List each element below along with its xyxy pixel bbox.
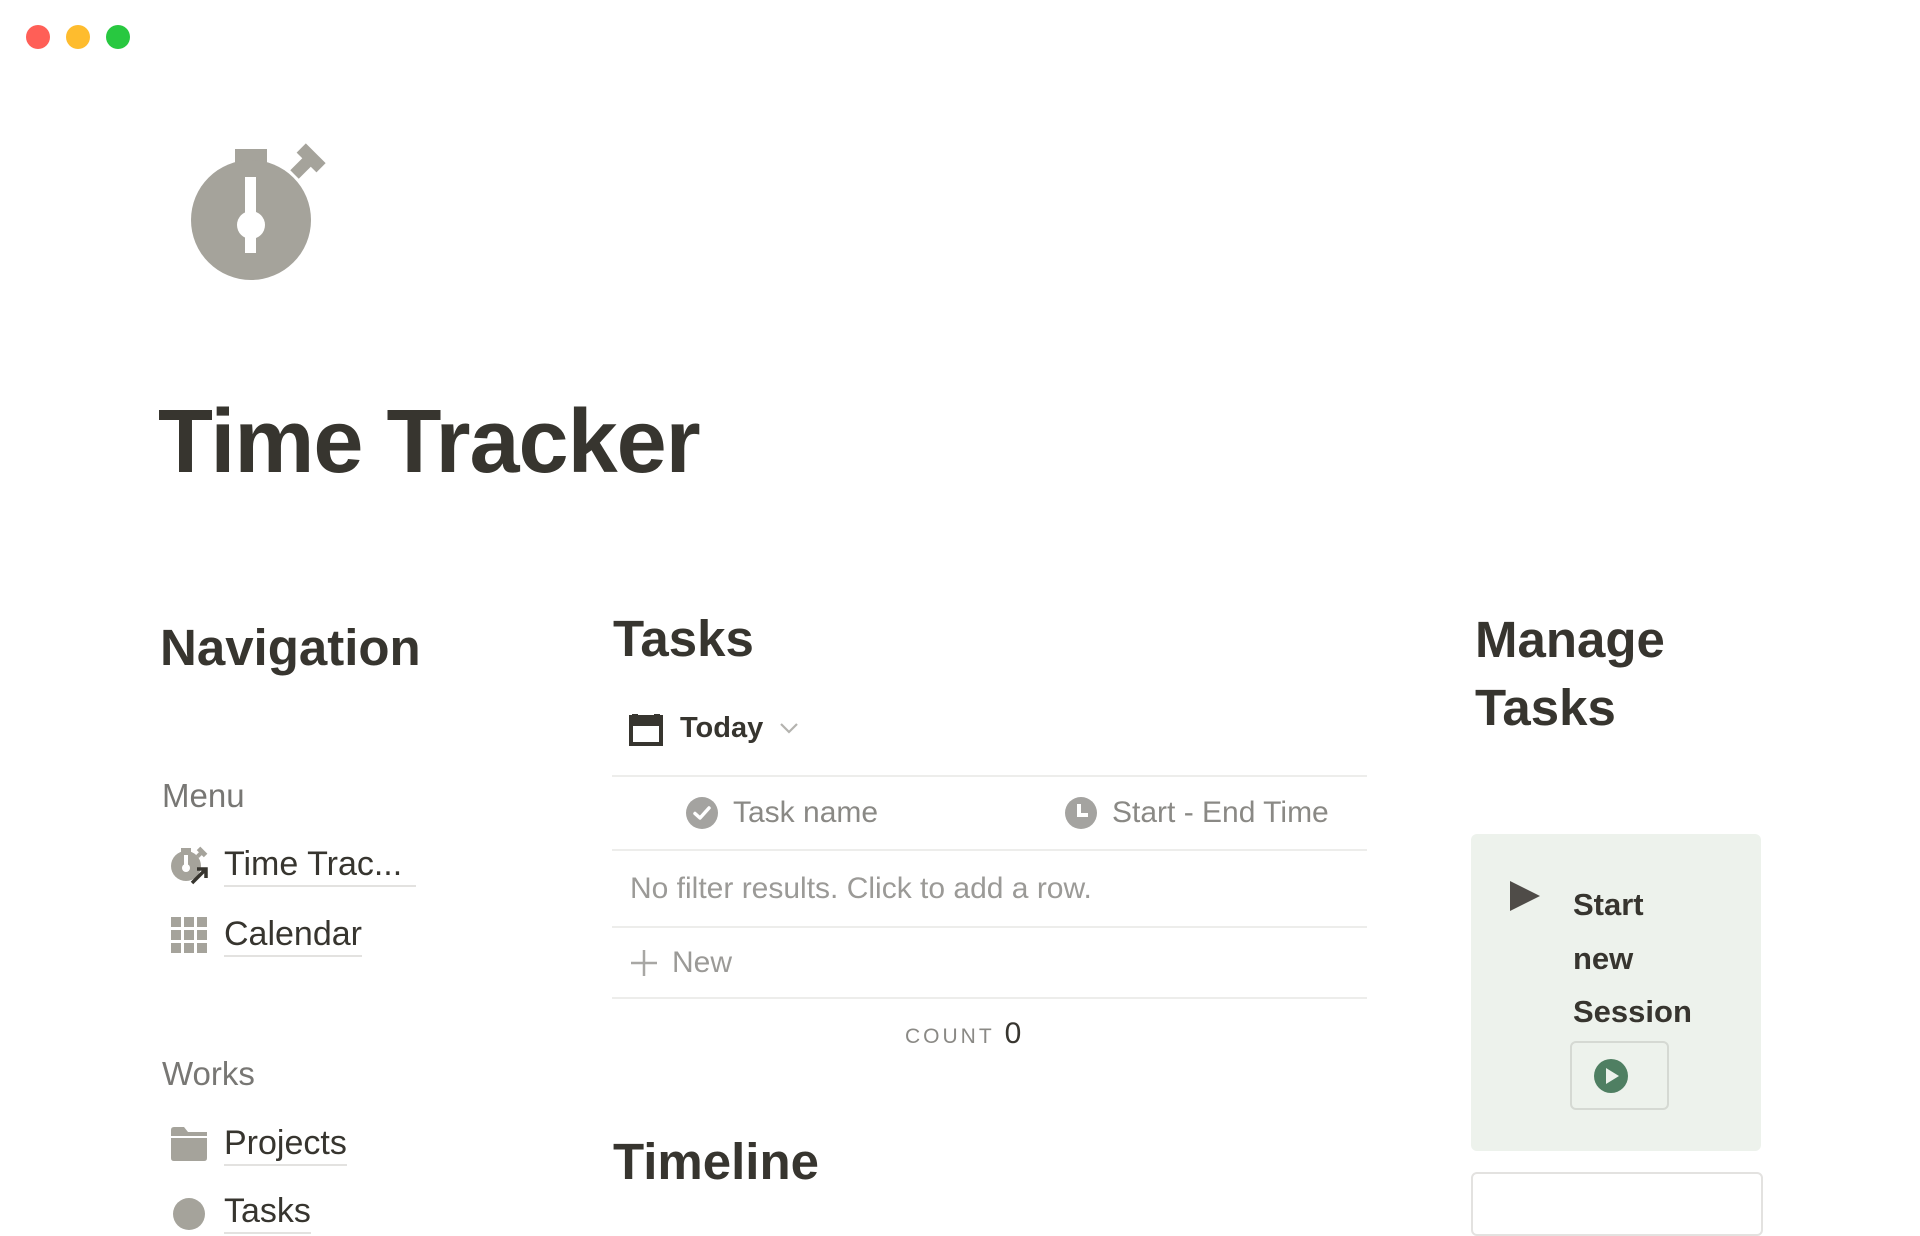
nav-item-label: Time Trac... — [224, 844, 417, 887]
nav-item-label: Projects — [224, 1123, 347, 1166]
nav-item-tasks[interactable]: Tasks — [168, 1190, 311, 1234]
table-top-border — [612, 775, 1367, 777]
grid-icon — [168, 914, 210, 956]
chevron-down-icon — [779, 722, 799, 734]
timeline-heading: Timeline — [613, 1133, 819, 1190]
session-title-line: Start — [1573, 887, 1644, 922]
empty-row[interactable]: No filter results. Click to add a row. — [612, 851, 1367, 926]
calendar-icon — [628, 710, 664, 746]
nav-item-label: Calendar — [224, 914, 362, 957]
section-label-menu: Menu — [162, 777, 245, 814]
circle-icon — [168, 1191, 210, 1233]
plus-icon — [630, 949, 658, 977]
table-bottom-border — [612, 997, 1367, 999]
column-header-label: Start - End Time — [1112, 796, 1329, 829]
column-header-task-name[interactable]: Task name — [686, 793, 878, 833]
nav-item-projects[interactable]: Projects — [168, 1122, 347, 1166]
view-selector[interactable]: Today — [628, 708, 799, 748]
folder-icon — [168, 1123, 210, 1165]
nav-item-time-tracker[interactable]: Time Trac... — [168, 843, 417, 887]
start-session-card: Start new Session — [1471, 834, 1761, 1151]
manage-heading-line1: Manage — [1475, 611, 1665, 668]
play-circle-icon — [1593, 1058, 1629, 1094]
play-triangle-icon[interactable] — [1510, 881, 1540, 916]
minimize-window-button[interactable] — [66, 25, 90, 49]
check-circle-icon — [686, 797, 718, 829]
count-summary[interactable]: COUNT 0 — [905, 1017, 1021, 1051]
empty-message: No filter results. Click to add a row. — [630, 871, 1092, 905]
stopwatch-icon[interactable] — [185, 140, 335, 290]
close-window-button[interactable] — [26, 25, 50, 49]
manage-heading-line2: Tasks — [1475, 679, 1616, 736]
session-title: Start new Session — [1573, 878, 1692, 1039]
nav-item-calendar[interactable]: Calendar — [168, 913, 362, 957]
new-label: New — [672, 945, 733, 979]
navigation-heading: Navigation — [160, 619, 421, 676]
stopwatch-link-icon — [168, 844, 210, 886]
start-session-button[interactable] — [1570, 1041, 1669, 1110]
session-title-line: new — [1573, 940, 1634, 976]
count-label: COUNT — [905, 1025, 995, 1048]
count-value: 0 — [1004, 1017, 1022, 1050]
maximize-window-button[interactable] — [106, 25, 130, 49]
page-title: Time Tracker — [158, 392, 701, 492]
tasks-heading: Tasks — [613, 610, 754, 667]
column-header-label: Task name — [733, 796, 879, 829]
manage-card-secondary — [1471, 1172, 1763, 1236]
new-row-button[interactable]: New — [612, 928, 1367, 997]
section-label-works: Works — [162, 1055, 255, 1092]
column-header-start-end-time[interactable]: Start - End Time — [1065, 793, 1329, 833]
nav-item-label: Tasks — [224, 1191, 311, 1234]
session-title-line: Session — [1573, 994, 1692, 1029]
view-label: Today — [680, 712, 764, 744]
clock-icon — [1065, 797, 1097, 829]
